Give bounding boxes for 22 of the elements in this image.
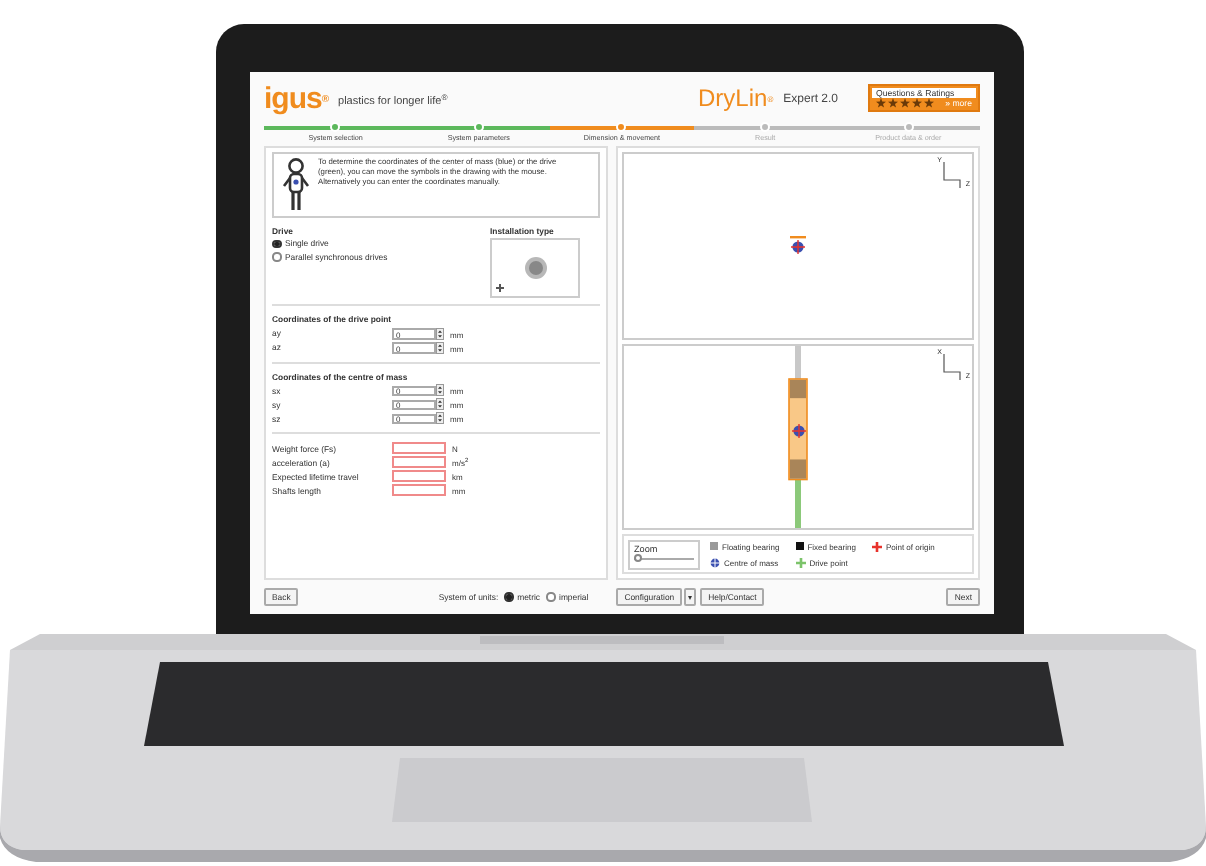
centre-of-mass-icon[interactable] bbox=[791, 423, 805, 438]
step-marker[interactable] bbox=[616, 122, 627, 133]
radio-button[interactable] bbox=[272, 252, 281, 262]
spinner-icon[interactable] bbox=[436, 328, 444, 340]
slider-thumb[interactable] bbox=[633, 554, 641, 562]
centre-of-mass-icon[interactable] bbox=[790, 236, 806, 257]
radio-button[interactable] bbox=[546, 592, 556, 602]
radio-button[interactable] bbox=[504, 592, 514, 602]
input-field[interactable] bbox=[392, 470, 446, 483]
input-field[interactable] bbox=[392, 484, 446, 497]
step-marker[interactable] bbox=[473, 122, 484, 133]
step-marker[interactable] bbox=[903, 122, 914, 133]
spinner-icon[interactable] bbox=[436, 342, 444, 354]
figure-icon bbox=[282, 158, 310, 214]
input-field[interactable] bbox=[392, 456, 446, 469]
step-marker[interactable] bbox=[330, 122, 341, 133]
input-field[interactable] bbox=[392, 442, 446, 455]
installation-type-box[interactable] bbox=[490, 238, 580, 299]
shaft-end-icon bbox=[523, 256, 547, 281]
small-plus-icon bbox=[496, 284, 504, 293]
radio-button[interactable] bbox=[272, 239, 281, 249]
step-marker[interactable] bbox=[760, 122, 771, 133]
